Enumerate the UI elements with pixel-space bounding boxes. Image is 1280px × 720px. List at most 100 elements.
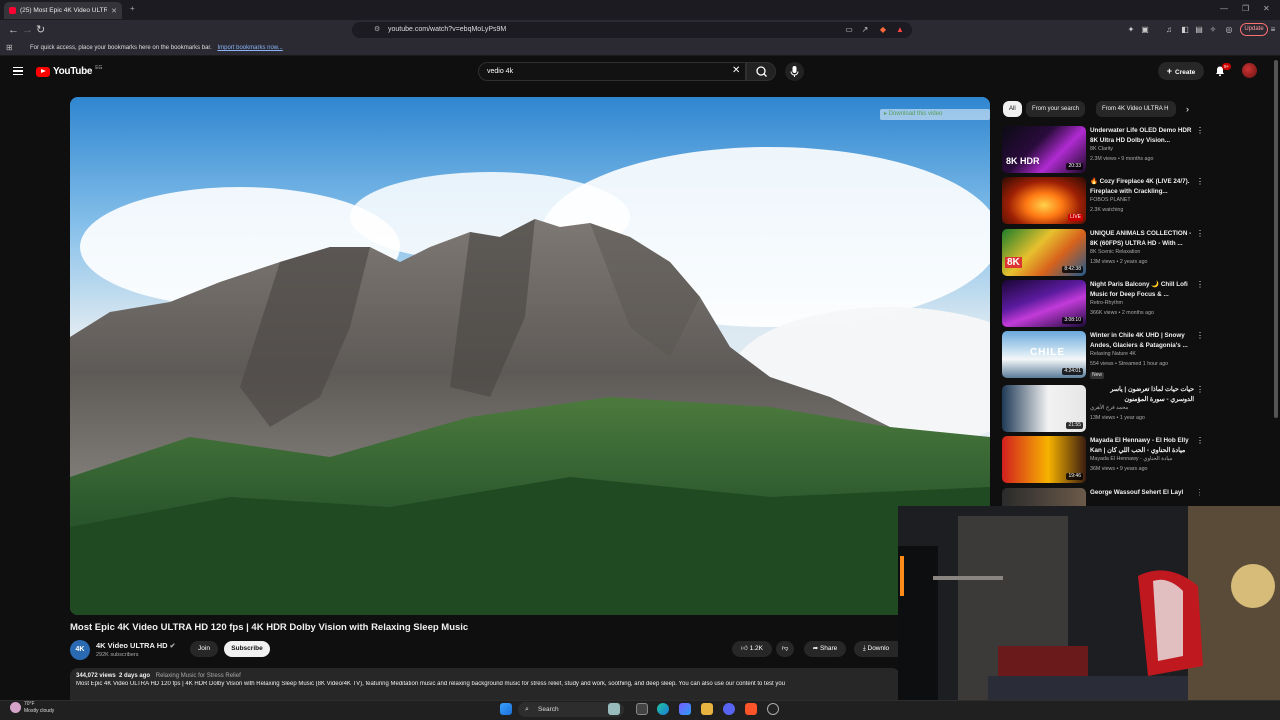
import-bookmarks-link[interactable]: Import bookmarks now... [217,45,282,51]
edge-browser-icon[interactable] [657,703,669,715]
recommendation-item[interactable]: 3:08:10 Night Paris Balcony 🌙 Chill Lofi… [1002,280,1204,328]
window-close-icon[interactable]: ✕ [1263,4,1270,13]
thumbnail[interactable]: CHILE 4:24:01 [1002,331,1086,378]
channel-name[interactable]: 4K Video ULTRA HD ✔ [96,641,176,650]
thumbnail[interactable]: 19:46 [1002,436,1086,483]
more-options-icon[interactable]: ⋮ [1196,488,1200,497]
cast-icon[interactable]: ▭ [844,25,854,35]
forward-arrow-icon[interactable]: → [22,24,33,36]
thumbnail[interactable]: 8K 8:42:38 [1002,229,1086,276]
voice-search-button[interactable] [785,62,804,81]
music-icon[interactable]: ♫ [1164,25,1174,35]
browser-menu-icon[interactable]: ≡ [1268,25,1278,35]
duration-badge: 3:08:10 [1062,317,1083,324]
menu-hamburger-icon[interactable] [13,67,23,75]
download-button[interactable]: ⤓ Downlo [854,641,898,657]
recommendation-meta: 2.3M views • 9 months ago [1090,156,1154,162]
windows-start-icon[interactable] [500,703,512,715]
copilot-icon[interactable] [679,703,691,715]
reload-icon[interactable]: ↻ [36,24,45,36]
more-options-icon[interactable]: ⋮ [1196,331,1204,340]
puzzle-icon[interactable]: ✧ [1208,25,1218,35]
recommendation-item[interactable]: CHILE 4:24:01 Winter in Chile 4K UHD | S… [1002,331,1204,379]
channel-name-text: 4K Video ULTRA HD [96,641,168,650]
thumbnail[interactable]: 8K HDR 20:33 [1002,126,1086,173]
search-input[interactable]: vedio 4k [478,62,746,81]
recommendation-item[interactable]: 19:46 Mayada El Hennawy - El Hob Elly Ka… [1002,436,1204,484]
thumbnail[interactable]: 3:08:10 [1002,280,1086,327]
subscriber-count: 292K subscribers [96,652,139,658]
video-frame-mountain-scene [70,97,990,615]
recommendation-item[interactable]: LIVE 🔥 Cozy Fireplace 4K (LIVE 24/7). Fi… [1002,177,1204,225]
obs-studio-icon[interactable] [767,703,779,715]
more-options-icon[interactable]: ⋮ [1196,280,1204,289]
rewards-icon[interactable]: ▲ [895,25,905,35]
file-explorer-icon[interactable] [701,703,713,715]
thumbnail[interactable] [1002,488,1086,506]
recommendation-channel: محمد فرج الأهري [1090,405,1129,411]
chip-all[interactable]: All [1003,101,1022,117]
recommendation-item[interactable]: 8K 8:42:38 UNIQUE ANIMALS COLLECTION - 8… [1002,229,1204,277]
back-arrow-icon[interactable]: ← [8,24,19,36]
account-avatar[interactable] [1242,63,1257,78]
browser-tab[interactable]: (25) Most Epic 4K Video ULTRA H ✕ [4,2,122,19]
browser-tab-bar: (25) Most Epic 4K Video ULTRA H ✕ + — ❐ … [0,0,1280,20]
apps-grid-icon[interactable]: ⊞ [6,40,13,56]
page-scrollbar[interactable] [1274,60,1278,418]
address-bar[interactable]: ⚙ youtube.com/watch?v=ebqMoLyPs9M [352,22,912,38]
hashtag-link[interactable]: Relaxing Music for Stress Relief [156,673,241,679]
duration-badge: 19:46 [1066,473,1083,480]
extensions-icon[interactable]: ✦ [1126,25,1136,35]
download-video-overlay-button[interactable]: ▸ Download this video [880,109,990,120]
vpn-icon[interactable]: ◎ [1224,25,1234,35]
description-box[interactable]: 344,072 views 2 days ago Relaxing Music … [70,668,900,700]
sidebar-icon[interactable]: ◧ [1180,25,1190,35]
search-button[interactable] [746,62,776,81]
chevron-right-icon[interactable]: › [1186,104,1189,114]
thumbnail[interactable]: LIVE [1002,177,1086,224]
recommendation-item[interactable]: 8K HDR 20:33 Underwater Life OLED Demo H… [1002,126,1204,174]
youtube-favicon-icon [9,7,16,14]
weather-widget[interactable]: 70°F Mostly cloudy [8,701,54,715]
more-options-icon[interactable]: ⋮ [1196,229,1204,238]
youtube-logo[interactable]: YouTube EG [36,65,102,77]
recommendation-meta: 366K views • 2 months ago [1090,310,1154,316]
widgets-icon[interactable] [608,703,620,715]
channel-avatar[interactable]: 4K [70,640,90,660]
tab-close-icon[interactable]: ✕ [111,7,117,15]
create-button[interactable]: + Create [1158,62,1204,80]
brave-browser-icon[interactable] [745,703,757,715]
recommendation-channel: Relaxing Nature 4K [1090,351,1136,357]
update-button[interactable]: Update [1240,23,1268,36]
share-button[interactable]: ➦ Share [804,641,846,657]
subscribe-button[interactable]: Subscribe [224,641,270,657]
upload-age: 2 days ago [119,673,151,679]
join-button[interactable]: Join [190,641,218,657]
discord-icon[interactable] [723,703,735,715]
share-page-icon[interactable]: ↗ [860,25,870,35]
chip-from-channel[interactable]: From 4K Video ULTRA H [1096,101,1176,117]
site-settings-icon[interactable]: ⚙ [374,22,380,38]
video-player[interactable] [70,97,990,615]
recommendation-title: حيات حيات لماذا تعرضون | ياسر الدوسري - … [1110,386,1194,403]
more-options-icon[interactable]: ⋮ [1196,436,1204,445]
minimize-icon[interactable]: — [1220,4,1228,13]
thumbnail[interactable]: 21:55 [1002,385,1086,432]
maximize-icon[interactable]: ❐ [1242,4,1249,13]
more-options-icon[interactable]: ⋮ [1196,126,1204,135]
view-count: 344,072 views [76,673,116,679]
more-options-icon[interactable]: ⋮ [1196,385,1204,394]
dislike-button[interactable]: 👎︎ [776,641,794,657]
like-button[interactable]: 👍︎ 1.2K [732,641,772,657]
recommendation-title: Mayada El Hennawy - El Hob Elly Kan | مي… [1090,437,1189,454]
more-options-icon[interactable]: ⋮ [1196,177,1204,186]
recommendation-item[interactable]: 21:55 حيات حيات لماذا تعرضون | ياسر الدو… [1002,385,1204,433]
task-view-icon[interactable] [636,703,648,715]
clear-search-icon[interactable]: ✕ [732,65,740,77]
wallet-icon[interactable]: ▣ [1140,25,1150,35]
new-tab-icon[interactable]: + [130,4,135,13]
reading-list-icon[interactable]: ▤ [1194,25,1204,35]
brave-shield-icon[interactable]: ◆ [878,25,888,35]
chip-from-your-search[interactable]: From your search [1026,101,1086,117]
recommendation-item[interactable]: George Wassouf Sehert El Layl ⋮ [1002,488,1200,506]
